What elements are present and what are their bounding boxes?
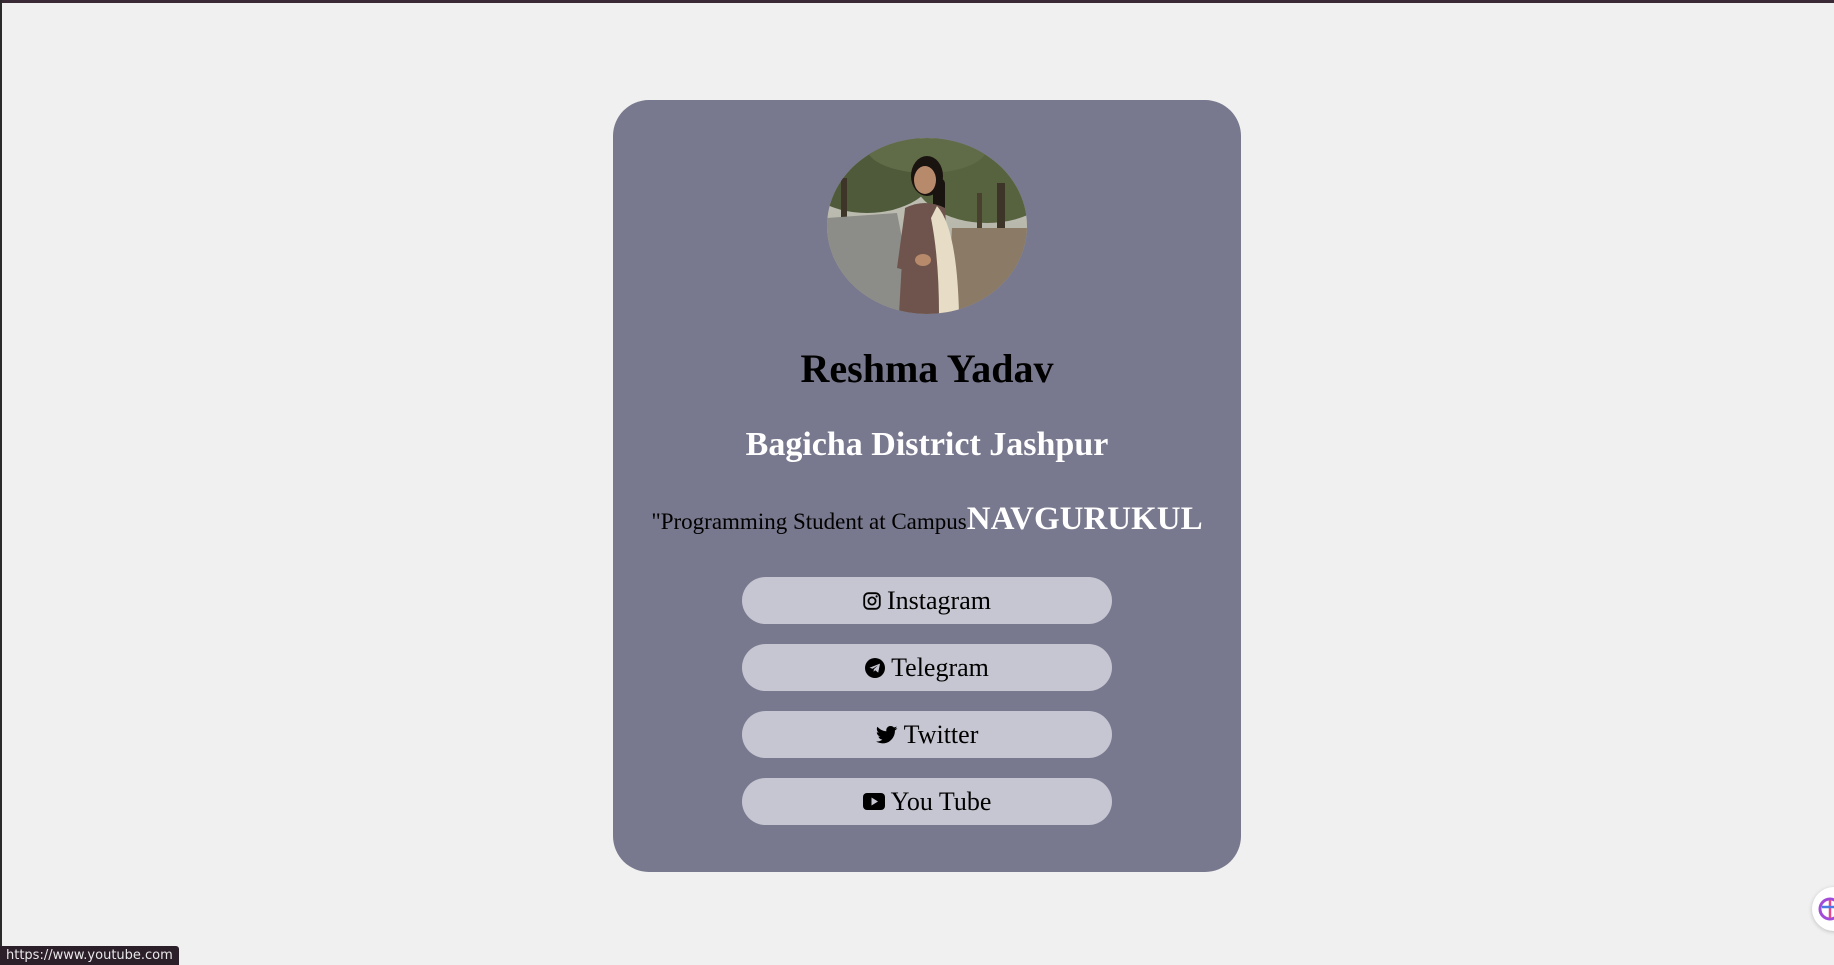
window-top-border — [0, 0, 1834, 3]
tagline-text: "Programming Student at Campus — [651, 509, 967, 534]
twitter-icon — [875, 725, 898, 744]
tagline-brand: NAVGURUKUL — [966, 501, 1203, 537]
instagram-label: Instagram — [887, 585, 991, 615]
profile-tagline: "Programming Student at CampusNAVGURUKUL — [613, 495, 1241, 549]
social-links: Instagram Telegram Twitter You Tube — [742, 577, 1112, 845]
youtube-button[interactable]: You Tube — [742, 778, 1112, 825]
profile-photo — [827, 138, 1027, 314]
telegram-icon — [865, 657, 886, 678]
telegram-label: Telegram — [891, 652, 989, 682]
avatar — [827, 138, 1027, 314]
telegram-button[interactable]: Telegram — [742, 644, 1112, 691]
assistant-widget[interactable] — [1812, 887, 1834, 931]
brain-icon — [1818, 897, 1834, 921]
youtube-icon — [862, 793, 885, 810]
window-left-border — [0, 0, 2, 965]
instagram-button[interactable]: Instagram — [742, 577, 1112, 624]
status-bar-url: https://www.youtube.com — [0, 946, 179, 965]
twitter-button[interactable]: Twitter — [742, 711, 1112, 758]
profile-card: Reshma Yadav Bagicha District Jashpur "P… — [613, 100, 1241, 872]
profile-location: Bagicha District Jashpur — [745, 426, 1109, 463]
youtube-label: You Tube — [890, 786, 992, 816]
twitter-label: Twitter — [903, 719, 979, 749]
profile-name: Reshma Yadav — [800, 346, 1054, 391]
instagram-icon — [863, 591, 881, 610]
